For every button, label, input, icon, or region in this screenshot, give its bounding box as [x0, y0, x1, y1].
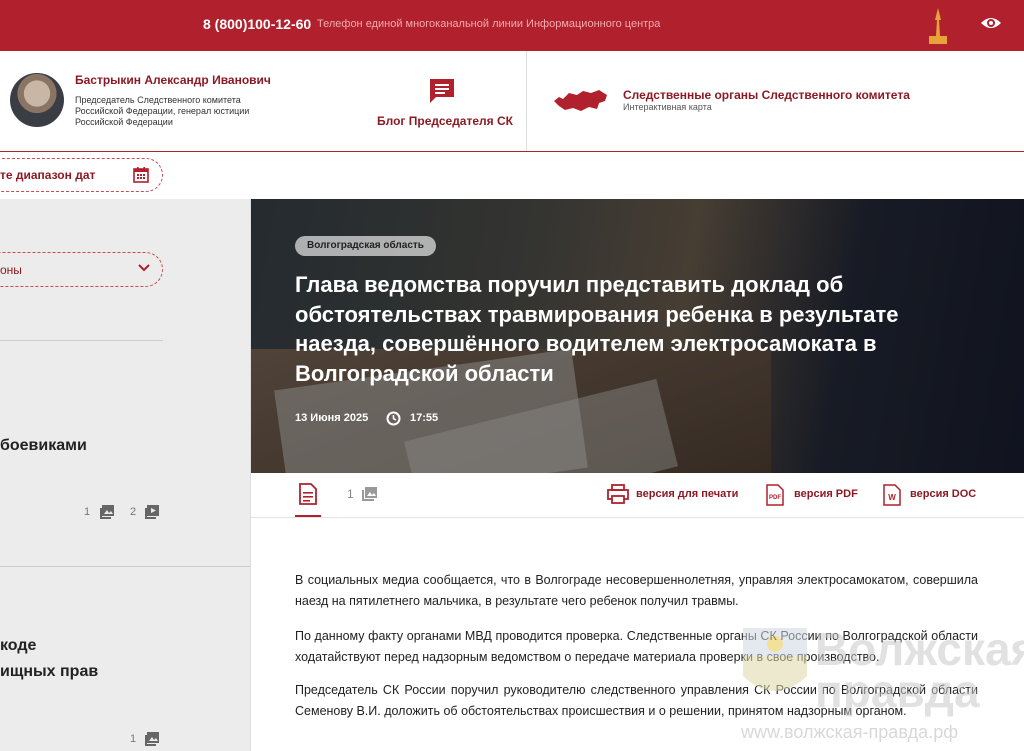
map-title-link[interactable]: Следственные органы Следственного комите…	[623, 88, 910, 102]
svg-text:PDF: PDF	[769, 495, 781, 501]
print-icon[interactable]	[607, 484, 629, 504]
article-paragraph: В социальных медиа сообщается, что в Вол…	[295, 573, 978, 608]
region-select-value: оны	[0, 263, 22, 277]
accessibility-eye-icon[interactable]	[979, 12, 1003, 34]
article-headline: Глава ведомства поручил представить докл…	[295, 272, 899, 386]
region-tag[interactable]: Волгоградская область	[295, 236, 436, 256]
header-bar: Бастрыкин Александр Иванович Председател…	[0, 51, 1024, 152]
document-tab-icon[interactable]	[298, 483, 318, 505]
hotline-description: Телефон единой многоканальной линии Инфо…	[317, 18, 661, 30]
clock-icon	[386, 411, 401, 426]
photo-tab-count[interactable]: 1	[347, 487, 354, 501]
sidebar-divider	[0, 566, 250, 567]
watermark-logo	[743, 628, 807, 691]
active-tab-indicator	[295, 515, 321, 517]
date-range-label: те диапазон дат	[0, 168, 96, 182]
watermark-text-line: Волжская	[815, 623, 1024, 675]
article-date: 13 Июня 2025	[295, 412, 369, 424]
header-divider	[526, 51, 527, 151]
video-count: 2	[130, 506, 137, 518]
doc-icon[interactable]: W	[882, 484, 902, 506]
chairman-blog-link[interactable]: Блог Председателя СК	[377, 114, 513, 128]
sidebar-news-title[interactable]: коде	[0, 637, 36, 655]
emblem-icon[interactable]	[926, 6, 950, 46]
russia-map-icon[interactable]	[553, 87, 609, 115]
video-icon	[145, 505, 159, 519]
watermark-text: Волжская правда	[815, 623, 1024, 717]
chairman-title: Председатель Следственного комитета Росс…	[75, 95, 250, 127]
sidebar-news-title[interactable]: боевиками	[0, 437, 87, 455]
photo-tab-icon[interactable]	[361, 486, 378, 502]
doc-version-link[interactable]: версия DOC	[910, 488, 976, 500]
watermark-text-line: правда	[815, 665, 980, 717]
article-time: 17:55	[410, 412, 439, 424]
watermark-url: www.волжская-правда.рф	[741, 722, 959, 742]
chairman-avatar[interactable]	[10, 73, 64, 127]
blog-chat-icon[interactable]	[428, 77, 456, 105]
sidebar-news-title[interactable]: ищных прав	[0, 663, 98, 681]
photo-count: 1	[130, 733, 137, 745]
chevron-down-icon[interactable]	[138, 263, 150, 273]
pdf-version-link[interactable]: версия PDF	[794, 488, 858, 500]
hotline-phone-link[interactable]: 8 (800)100-12-60	[203, 16, 311, 32]
photo-count: 1	[84, 506, 91, 518]
print-version-link[interactable]: версия для печати	[636, 488, 738, 500]
photo-icon	[100, 505, 114, 519]
svg-text:W: W	[888, 493, 896, 502]
map-subtitle: Интерактивная карта	[623, 102, 712, 112]
sidebar-divider	[0, 340, 163, 341]
chairman-name-link[interactable]: Бастрыкин Александр Иванович	[75, 73, 271, 87]
calendar-icon[interactable]	[133, 166, 149, 183]
pdf-icon[interactable]: PDF	[765, 484, 785, 506]
photo-icon	[145, 732, 159, 746]
